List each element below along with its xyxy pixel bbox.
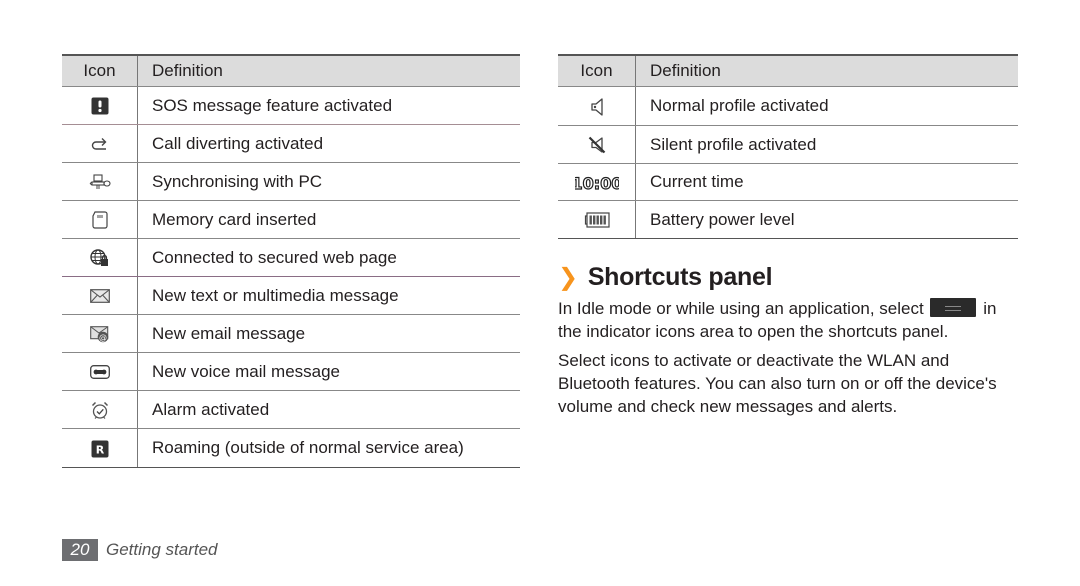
table-row: SOS message feature activated [62, 86, 520, 125]
table-row: Synchronising with PC [62, 162, 520, 201]
description-paragraph: Select icons to activate or deactivate t… [558, 351, 997, 416]
status-icons-table-right: Icon Definition Normal profile activated… [558, 54, 1018, 239]
column-header-icon: Icon [558, 54, 636, 87]
svg-text:@: @ [99, 333, 107, 342]
section-title: Shortcuts panel [587, 263, 773, 291]
column-header-definition: Definition [137, 54, 520, 87]
speaker-icon [590, 97, 604, 116]
message-envelope-icon [89, 289, 110, 303]
definition-text: New text or multimedia message [137, 276, 520, 315]
definition-text: Battery power level [635, 200, 1018, 239]
secure-web-icon [89, 249, 110, 267]
definition-text: Call diverting activated [137, 124, 520, 163]
table-row: @ New email message [62, 314, 520, 353]
page-footer: 20 Getting started [62, 539, 218, 561]
chapter-name: Getting started [106, 540, 218, 559]
table-row: Battery power level [558, 200, 1018, 239]
table-row: Normal profile activated [558, 86, 1018, 126]
definition-text: Synchronising with PC [137, 162, 520, 201]
table-row: Call diverting activated [62, 124, 520, 163]
shortcuts-panel-handle-icon [930, 298, 977, 317]
table-row: Memory card inserted [62, 200, 520, 239]
definition-text: New voice mail message [137, 352, 520, 391]
definition-text: Current time [635, 163, 1018, 201]
svg-text:R: R [95, 443, 104, 456]
svg-text:10:00: 10:00 [575, 174, 619, 192]
clock-time-icon: 10:00 [575, 174, 619, 192]
voicemail-icon [89, 365, 110, 379]
table-row: New voice mail message [62, 352, 520, 391]
email-icon: @ [89, 325, 110, 343]
chevron-right-icon: ❯ [558, 264, 578, 291]
instruction-text-before: In Idle mode or while using an applicati… [558, 299, 924, 318]
definition-text: SOS message feature activated [137, 86, 520, 125]
table-row: 10:00 Current time [558, 163, 1018, 201]
table-row: R Roaming (outside of normal service are… [62, 428, 520, 468]
definition-text: Roaming (outside of normal service area) [137, 428, 520, 468]
table-header-row: Icon Definition [558, 54, 1018, 87]
roaming-icon: R [91, 440, 109, 458]
column-header-icon: Icon [62, 54, 138, 87]
pc-sync-icon [89, 174, 111, 190]
table-row: Connected to secured web page [62, 238, 520, 277]
section-heading: ❯ Shortcuts panel [558, 263, 773, 292]
definition-text: Alarm activated [137, 390, 520, 429]
instruction-paragraph: In Idle mode or while using an applicati… [558, 297, 1018, 343]
battery-icon [584, 212, 610, 228]
table-row: New text or multimedia message [62, 276, 520, 315]
sos-icon [91, 97, 109, 115]
definition-text: Connected to secured web page [137, 238, 520, 277]
table-row: Silent profile activated [558, 125, 1018, 164]
status-icons-table-left: Icon Definition SOS message feature acti… [62, 54, 520, 468]
memory-card-icon [91, 211, 108, 229]
definition-text: Silent profile activated [635, 125, 1018, 164]
definition-text: Normal profile activated [635, 86, 1018, 126]
column-header-definition: Definition [635, 54, 1018, 87]
speaker-muted-icon [588, 136, 606, 154]
table-row: Alarm activated [62, 390, 520, 429]
page-number: 20 [62, 539, 98, 561]
alarm-icon [91, 401, 109, 420]
table-header-row: Icon Definition [62, 54, 520, 87]
definition-text: New email message [137, 314, 520, 353]
definition-text: Memory card inserted [137, 200, 520, 239]
call-divert-icon [91, 136, 109, 152]
